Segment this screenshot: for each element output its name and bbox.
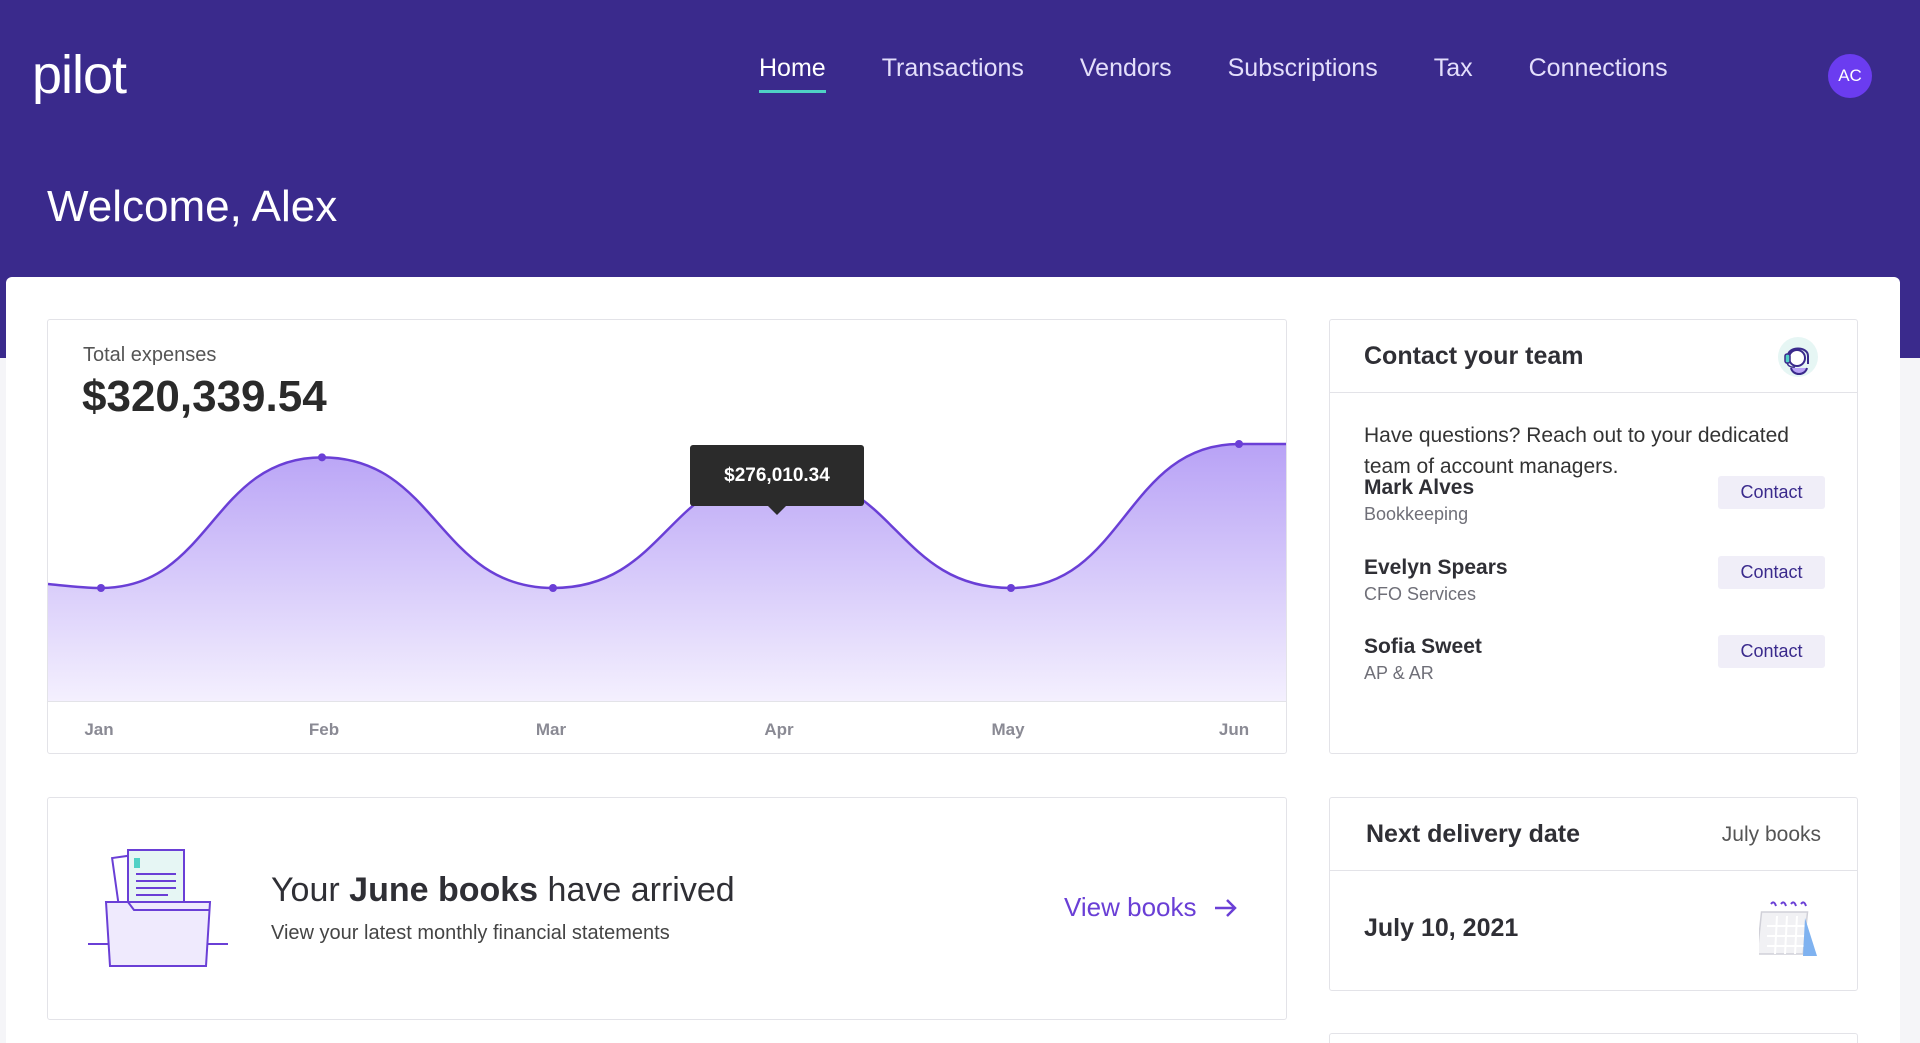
delivery-period: July books [1721, 823, 1821, 846]
delivery-card-header: Next delivery date July books [1330, 798, 1857, 871]
contact-description: Have questions? Reach out to your dedica… [1364, 424, 1789, 478]
delivery-card-title: Next delivery date [1366, 820, 1580, 848]
books-folder-icon [88, 849, 228, 967]
delivery-date: July 10, 2021 [1364, 914, 1519, 942]
team-member: Sofia Sweet AP & AR Contact [1364, 635, 1825, 695]
nav-subscriptions[interactable]: Subscriptions [1228, 54, 1378, 93]
view-books-link[interactable]: View books [1064, 892, 1239, 923]
view-books-label: View books [1064, 892, 1197, 922]
chart-point[interactable] [549, 584, 557, 592]
main-nav: Home Transactions Vendors Subscriptions … [759, 54, 1724, 93]
expenses-chart[interactable] [48, 320, 1287, 754]
contact-team-card: Contact your team Have questions? Reach … [1329, 319, 1858, 754]
chart-tick-label: Jan [84, 720, 114, 739]
chart-tick-label: Mar [535, 720, 567, 739]
arrow-right-icon [1214, 898, 1237, 917]
chart-point[interactable] [1007, 584, 1015, 592]
welcome-heading: Welcome, Alex [47, 182, 338, 231]
books-title-bold: June books [349, 871, 539, 909]
books-title-suffix: have arrived [538, 871, 735, 909]
support-agent-icon [1778, 337, 1818, 377]
nav-vendors[interactable]: Vendors [1080, 54, 1172, 93]
nav-transactions[interactable]: Transactions [882, 54, 1024, 93]
next-delivery-card: Next delivery date July books July 10, 2… [1329, 797, 1858, 991]
team-member: Evelyn Spears CFO Services Contact [1364, 556, 1825, 616]
next-card-stub [1329, 1033, 1858, 1043]
books-title: Your June books have arrived [271, 871, 735, 910]
contact-button[interactable]: Contact [1718, 635, 1825, 668]
nav-home[interactable]: Home [759, 54, 826, 93]
chart-point[interactable] [97, 584, 105, 592]
books-title-prefix: Your [271, 871, 350, 909]
chart-tick-label: May [991, 720, 1025, 739]
contact-card-header: Contact your team [1330, 320, 1857, 393]
contact-card-title: Contact your team [1364, 342, 1584, 370]
chart-tick-label: Apr [764, 720, 794, 739]
user-avatar[interactable]: AC [1828, 54, 1872, 98]
nav-tax[interactable]: Tax [1434, 54, 1473, 93]
team-member: Mark Alves Bookkeeping Contact [1364, 476, 1825, 536]
contact-button[interactable]: Contact [1718, 476, 1825, 509]
chart-tick-label: Jun [1218, 720, 1250, 739]
chart-point[interactable] [1235, 440, 1243, 448]
chart-point[interactable] [318, 453, 326, 462]
chart-tooltip: $276,010.34 [690, 445, 864, 515]
chart-area [48, 444, 1286, 701]
chart-x-axis [48, 701, 1286, 702]
contact-button[interactable]: Contact [1718, 556, 1825, 589]
expenses-card: Total expenses $320,339.54 Jan Feb Mar Apr M… [47, 319, 1287, 754]
chart-tick-label: Feb [308, 720, 340, 739]
books-arrived-card: Your June books have arrived View your l… [47, 797, 1287, 1020]
books-subtitle: View your latest monthly financial state… [271, 922, 670, 944]
nav-connections[interactable]: Connections [1529, 54, 1668, 93]
pilot-logo[interactable]: pilot [32, 44, 127, 106]
calendar-icon [1759, 901, 1817, 956]
